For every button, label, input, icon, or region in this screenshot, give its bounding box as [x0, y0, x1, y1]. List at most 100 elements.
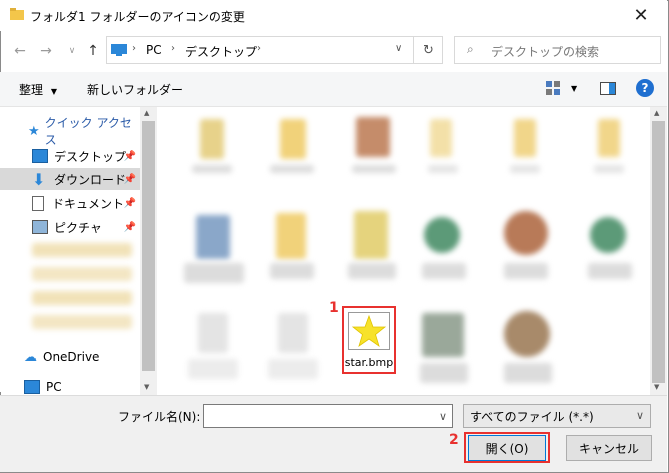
star-icon: [352, 315, 386, 347]
arrow-up-icon: ↑: [87, 43, 99, 59]
pin-icon: 📌: [123, 173, 136, 185]
blurred-file-icon[interactable]: [280, 119, 306, 159]
blurred-file-label: [270, 263, 314, 279]
address-bar[interactable]: › PC › デスクトップ › ∨: [106, 36, 443, 64]
breadcrumb-separator-icon: ›: [132, 43, 136, 54]
pin-icon: 📌: [123, 197, 136, 209]
blurred-file-label: [504, 263, 548, 279]
breadcrumb-desktop[interactable]: デスクトップ: [185, 43, 257, 60]
blurred-file-icon[interactable]: [354, 211, 388, 259]
filename-label: ファイル名(N):: [118, 410, 201, 424]
forward-button[interactable]: →: [36, 40, 56, 62]
sidebar-scroll-thumb[interactable]: [142, 121, 155, 371]
blurred-file-icon[interactable]: [198, 313, 228, 353]
blurred-file-icon[interactable]: [356, 117, 390, 157]
sidebar-item-documents[interactable]: ドキュメント 📌: [32, 192, 140, 214]
blurred-file-icon[interactable]: [514, 119, 536, 157]
caret-down-icon: ▼: [50, 87, 57, 96]
blurred-list-item[interactable]: [32, 267, 132, 281]
filename-dropdown-icon[interactable]: ∨: [433, 404, 453, 428]
toolbar: 整理 ▼ 新しいフォルダー ▼ ?: [0, 72, 667, 107]
star-icon: ★: [28, 123, 40, 139]
blurred-file-icon[interactable]: [504, 311, 550, 357]
blurred-list-item[interactable]: [32, 291, 132, 305]
blurred-file-icon[interactable]: [200, 119, 224, 159]
view-options-icon[interactable]: [546, 81, 560, 98]
blurred-file-label: [504, 363, 552, 383]
blurred-file-label: [270, 165, 314, 173]
blurred-file-icon[interactable]: [278, 313, 308, 353]
file-list-scrollbar[interactable]: ▲ ▼: [650, 107, 667, 395]
breadcrumb-pc[interactable]: PC: [146, 43, 162, 57]
chevron-down-icon: ∨: [68, 46, 76, 56]
blurred-file-icon[interactable]: [424, 217, 460, 253]
open-button[interactable]: 開く(O): [468, 435, 546, 461]
cloud-icon: ☁: [24, 349, 37, 365]
recent-locations-button[interactable]: ∨: [62, 40, 82, 62]
new-folder-button[interactable]: 新しいフォルダー: [87, 81, 183, 98]
blurred-file-label: [428, 165, 458, 173]
arrow-right-icon: →: [40, 43, 52, 59]
sidebar-item-onedrive[interactable]: ☁ OneDrive: [24, 346, 99, 368]
blurred-file-icon[interactable]: [196, 215, 230, 259]
search-box[interactable]: ⌕ デスクトップの検索: [454, 36, 661, 64]
blurred-file-icon[interactable]: [276, 213, 306, 259]
sidebar-scrollbar[interactable]: ▲ ▼: [140, 107, 157, 395]
filetype-select[interactable]: すべてのファイル (*.*) ∨: [463, 404, 651, 428]
blurred-file-label: [184, 263, 244, 283]
back-button[interactable]: ←: [10, 40, 30, 62]
refresh-icon: ↻: [423, 42, 434, 58]
pin-icon: 📌: [123, 150, 136, 162]
download-arrow-icon: ⬇: [32, 169, 46, 189]
blurred-file-label: [268, 359, 318, 379]
scroll-down-icon[interactable]: ▼: [654, 383, 659, 391]
scroll-down-icon[interactable]: ▼: [144, 383, 149, 391]
picture-icon: [32, 220, 48, 234]
breadcrumb-separator-icon: ›: [257, 43, 261, 54]
star-thumbnail: [348, 312, 390, 350]
file-item-star-bmp[interactable]: star.bmp: [342, 306, 396, 374]
help-icon[interactable]: ?: [636, 79, 654, 97]
close-button[interactable]: ✕: [621, 2, 661, 28]
close-icon: ✕: [633, 4, 649, 26]
cancel-button[interactable]: キャンセル: [566, 435, 652, 461]
desktop-icon: [32, 149, 48, 163]
blurred-file-icon[interactable]: [598, 119, 620, 157]
up-button[interactable]: ↑: [83, 40, 103, 62]
file-list-scroll-thumb[interactable]: [652, 121, 665, 383]
preview-pane-icon[interactable]: [600, 82, 616, 98]
blurred-file-label: [594, 165, 624, 173]
organize-menu[interactable]: 整理 ▼: [19, 81, 57, 98]
blurred-file-icon[interactable]: [590, 217, 626, 253]
file-name-label: star.bmp: [344, 356, 394, 369]
computer-icon: [24, 380, 40, 394]
sidebar-item-downloads[interactable]: ⬇ ダウンロード 📌: [0, 168, 140, 190]
caret-down-icon[interactable]: ▼: [571, 84, 577, 93]
filename-input[interactable]: [203, 404, 453, 428]
address-dropdown-icon[interactable]: ∨: [395, 43, 402, 54]
blurred-file-icon[interactable]: [430, 119, 452, 157]
organize-label: 整理: [19, 83, 44, 97]
step-marker-2: 2: [449, 432, 459, 448]
blurred-file-label: [420, 363, 468, 383]
sidebar-item-pictures[interactable]: ピクチャ 📌: [32, 216, 140, 238]
arrow-left-icon: ←: [14, 43, 26, 59]
pin-icon: 📌: [123, 221, 136, 233]
refresh-button[interactable]: ↻: [413, 36, 443, 64]
step-marker-1: 1: [329, 300, 339, 316]
sidebar-item-quick-access[interactable]: ★ クイック アクセス: [28, 116, 140, 147]
scroll-up-icon[interactable]: ▲: [144, 109, 149, 117]
sidebar-item-desktop[interactable]: デスクトップ 📌: [32, 145, 140, 167]
blurred-file-label: [348, 263, 396, 279]
blurred-file-label: [588, 263, 632, 279]
breadcrumb-separator-icon: ›: [171, 43, 175, 54]
navigation-pane: ★ クイック アクセス デスクトップ 📌 ⬇ ダウンロード 📌 ドキュメント 📌…: [0, 107, 140, 394]
search-icon: ⌕: [467, 42, 474, 56]
blurred-file-label: [188, 359, 238, 379]
blurred-file-icon[interactable]: [422, 313, 464, 357]
scroll-up-icon[interactable]: ▲: [654, 109, 659, 117]
blurred-list-item[interactable]: [32, 315, 132, 329]
folder-icon: [10, 8, 24, 20]
blurred-file-icon[interactable]: [504, 211, 548, 255]
blurred-list-item[interactable]: [32, 243, 132, 257]
